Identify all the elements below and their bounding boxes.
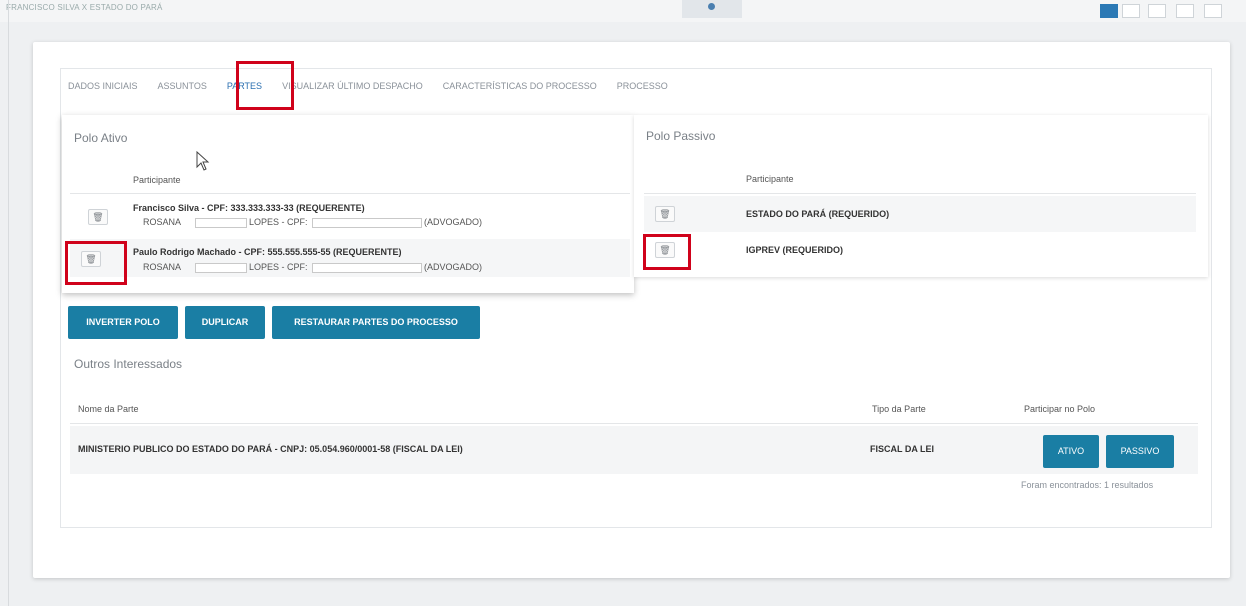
participant-name: Paulo Rodrigo Machado - CPF: 555.555.555… xyxy=(133,247,402,257)
toolbar-button-5[interactable] xyxy=(1204,4,1222,18)
polo-ativo-column-participante: Participante xyxy=(133,175,181,185)
lawyer-role: (ADVOGADO) xyxy=(424,217,483,227)
lawyer-prefix: ROSANA xyxy=(143,262,182,272)
mouse-pointer-icon xyxy=(196,150,210,176)
tab-visualizar-despacho[interactable]: VISUALIZAR ÚLTIMO DESPACHO xyxy=(282,78,423,98)
outros-parte-nome: MINISTERIO PUBLICO DO ESTADO DO PARÁ - C… xyxy=(78,444,463,454)
top-center-control[interactable] xyxy=(682,0,742,18)
redacted-field xyxy=(312,218,422,228)
trash-icon[interactable]: 🗑 xyxy=(655,206,675,222)
lawyer-prefix: ROSANA xyxy=(143,217,182,227)
polo-passivo-title: Polo Passivo xyxy=(646,129,716,143)
column-participar-no-polo: Participar no Polo xyxy=(1024,404,1096,414)
tab-assuntos[interactable]: ASSUNTOS xyxy=(158,78,207,98)
trash-icon[interactable]: 🗑 xyxy=(88,209,108,225)
redacted-field xyxy=(195,218,247,228)
divider xyxy=(70,193,630,194)
lawyer-role: (ADVOGADO) xyxy=(424,262,483,272)
status-dot-icon xyxy=(708,3,715,10)
outros-parte-tipo: FISCAL DA LEI xyxy=(870,444,935,454)
divider xyxy=(70,423,1198,424)
redacted-field xyxy=(195,263,247,273)
toolbar-button-3[interactable] xyxy=(1148,4,1166,18)
left-border xyxy=(8,0,9,606)
toolbar-button-2[interactable] xyxy=(1122,4,1140,18)
lawyer-cpf-label: LOPES - CPF: xyxy=(249,217,308,227)
ativo-button[interactable]: ATIVO xyxy=(1043,435,1099,468)
tab-bar: DADOS INICIAIS ASSUNTOS PARTES VISUALIZA… xyxy=(68,78,688,98)
tab-caracteristicas[interactable]: CARACTERÍSTICAS DO PROCESSO xyxy=(443,78,597,98)
trash-highlight-box xyxy=(643,234,691,270)
toolbar-primary-button[interactable] xyxy=(1100,4,1118,18)
top-bar: FRANCISCO SILVA X ESTADO DO PARÁ xyxy=(0,0,1246,22)
trash-highlight-box xyxy=(65,241,127,285)
tab-processo[interactable]: PROCESSO xyxy=(617,78,668,98)
inverter-polo-button[interactable]: INVERTER POLO xyxy=(68,306,178,339)
window-title: FRANCISCO SILVA X ESTADO DO PARÁ xyxy=(6,3,163,12)
outros-interessados-title: Outros Interessados xyxy=(74,357,183,371)
duplicar-button[interactable]: DUPLICAR xyxy=(185,306,265,339)
participant-name: ESTADO DO PARÁ (REQUERIDO) xyxy=(746,209,890,219)
tab-dados-iniciais[interactable]: DADOS INICIAIS xyxy=(68,78,138,98)
participant-name: Francisco Silva - CPF: 333.333.333-33 (R… xyxy=(133,203,365,213)
result-count-text: Foram encontrados: 1 resultados xyxy=(1021,480,1154,490)
passivo-button[interactable]: PASSIVO xyxy=(1106,435,1174,468)
column-nome-da-parte: Nome da Parte xyxy=(78,404,139,414)
polo-ativo-title: Polo Ativo xyxy=(74,131,128,145)
polo-passivo-row-bg xyxy=(644,196,1196,232)
divider xyxy=(644,193,1196,194)
polo-passivo-column-participante: Participante xyxy=(746,174,794,184)
lawyer-cpf-label: LOPES - CPF: xyxy=(249,262,308,272)
participant-name: IGPREV (REQUERIDO) xyxy=(746,245,844,255)
toolbar-button-4[interactable] xyxy=(1176,4,1194,18)
restaurar-partes-button[interactable]: RESTAURAR PARTES DO PROCESSO xyxy=(272,306,480,339)
column-tipo-da-parte: Tipo da Parte xyxy=(872,404,926,414)
tab-highlight-box xyxy=(236,61,294,110)
redacted-field xyxy=(312,263,422,273)
